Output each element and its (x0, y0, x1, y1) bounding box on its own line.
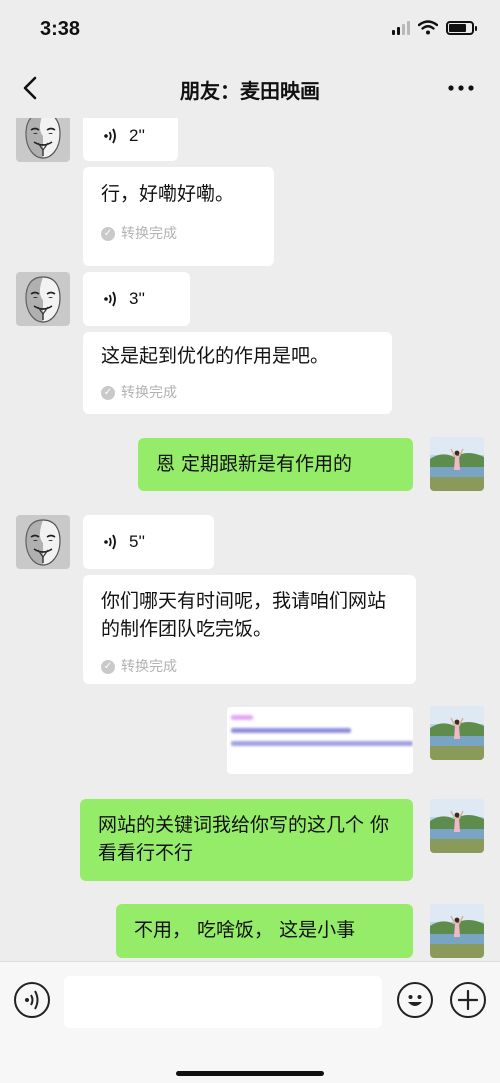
voice-wave-icon (104, 128, 116, 143)
contact-avatar[interactable] (16, 118, 70, 162)
chat-title: 朋友：麦田映画 (180, 79, 320, 103)
voice-wave-icon (104, 534, 116, 550)
transcript-text: 这是起到优化的作用是吧。 (101, 345, 330, 367)
voice-wave-icon (25, 990, 39, 1010)
voice-message-bubble[interactable]: 5'' (83, 515, 214, 569)
message-text: 不用， 吃啥饭， 这是小事 (134, 919, 356, 941)
status-icons (392, 20, 477, 35)
voice-message-bubble[interactable]: 2'' (83, 118, 178, 161)
transcript-status: ✓ 转换完成 (101, 653, 398, 681)
check-icon: ✓ (101, 227, 115, 241)
chat-area[interactable]: 2'' 行，好嘞好嘞。 ✓ 转换完成 3'' 这是起到优化的作用是吧。 ✓ 转换完成… (0, 118, 500, 961)
voice-duration: 3'' (129, 289, 145, 308)
check-icon: ✓ (101, 386, 115, 400)
outgoing-text-bubble[interactable]: 恩 定期跟新是有作用的 (138, 438, 413, 491)
more-actions-button[interactable] (450, 982, 486, 1018)
voice-duration: 2'' (129, 125, 145, 145)
outgoing-text-bubble[interactable]: 网站的关键词我给你写的这几个 你看看行不行 (80, 799, 413, 881)
plus-icon (457, 989, 479, 1011)
user-avatar[interactable] (430, 799, 484, 853)
voice-duration: 5'' (129, 532, 145, 551)
transcript-text: 行，好嘞好嘞。 (101, 183, 235, 205)
voice-wave-icon (104, 291, 116, 307)
emoji-button[interactable] (397, 982, 433, 1018)
voice-input-button[interactable] (14, 982, 50, 1018)
nav-bar: 朋友：麦田映画 (0, 58, 500, 118)
message-text: 恩 定期跟新是有作用的 (156, 453, 353, 475)
outgoing-text-bubble[interactable]: 不用， 吃啥饭， 这是小事 (116, 904, 413, 958)
smiley-icon (408, 995, 422, 1006)
status-time: 3:38 (40, 18, 81, 40)
input-bar (0, 961, 500, 1083)
wifi-icon (418, 20, 438, 35)
user-avatar[interactable] (430, 437, 484, 491)
status-bar: 3:38 (0, 0, 500, 58)
battery-icon (446, 20, 477, 35)
transcript-bubble[interactable]: 这是起到优化的作用是吧。 ✓ 转换完成 (83, 332, 392, 414)
contact-avatar[interactable] (16, 272, 70, 326)
message-text: 网站的关键词我给你写的这几个 你看看行不行 (98, 814, 390, 864)
transcript-bubble[interactable]: 行，好嘞好嘞。 ✓ 转换完成 (83, 167, 274, 266)
transcript-status: ✓ 转换完成 (101, 220, 256, 248)
more-options-icon[interactable] (444, 76, 478, 100)
check-icon: ✓ (101, 660, 115, 674)
user-avatar[interactable] (430, 706, 484, 760)
transcript-status: ✓ 转换完成 (101, 379, 374, 407)
home-indicator[interactable] (176, 1071, 324, 1076)
transcript-bubble[interactable]: 你们哪天有时间呢，我请咱们网站的制作团队吃完饭。 ✓ 转换完成 (83, 575, 416, 684)
message-input[interactable] (64, 976, 382, 1028)
voice-message-bubble[interactable]: 3'' (83, 272, 190, 326)
shared-link-card[interactable] (227, 707, 413, 774)
contact-avatar[interactable] (16, 515, 70, 569)
transcript-text: 你们哪天有时间呢，我请咱们网站的制作团队吃完饭。 (101, 590, 387, 640)
user-avatar[interactable] (430, 904, 484, 958)
cellular-signal-icon (392, 20, 410, 35)
